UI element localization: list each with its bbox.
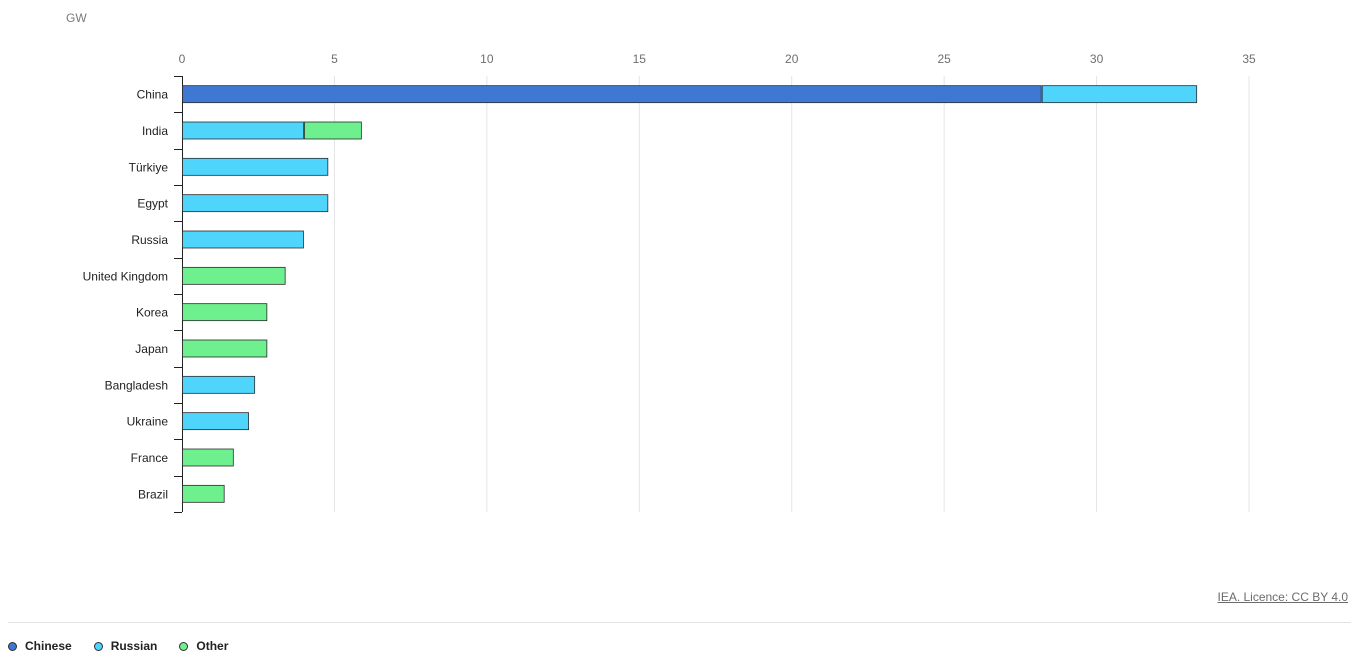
bar-segment[interactable]	[182, 339, 268, 358]
legend-label-other: Other	[196, 639, 229, 653]
bar-segment[interactable]	[182, 230, 304, 249]
bar-segment[interactable]	[304, 121, 362, 140]
x-tick-label: 20	[785, 52, 799, 66]
x-tick-label: 30	[1090, 52, 1104, 66]
category-label: Japan	[135, 342, 168, 356]
category-label: India	[142, 124, 168, 138]
x-tick-label: 0	[179, 52, 186, 66]
category-label: France	[131, 451, 169, 465]
category-label: Ukraine	[127, 415, 169, 429]
category-label: Türkiye	[129, 160, 169, 174]
legend: Chinese Russian Other	[8, 639, 228, 653]
legend-label-chinese: Chinese	[25, 639, 72, 653]
category-label: Russia	[131, 233, 168, 247]
bar-segment[interactable]	[182, 448, 234, 467]
bar-segment[interactable]	[182, 266, 286, 285]
legend-swatch-chinese	[8, 641, 17, 651]
bar-segment[interactable]	[182, 85, 1042, 104]
x-tick-label: 10	[480, 52, 494, 66]
legend-swatch-other	[179, 641, 189, 651]
licence-link[interactable]: IEA. Licence: CC BY 4.0	[1217, 590, 1348, 604]
category-label: Egypt	[137, 197, 168, 211]
x-tick-label: 5	[331, 52, 338, 66]
bar-segment[interactable]	[182, 484, 225, 503]
category-label: Brazil	[138, 487, 168, 501]
bar-chart: 0 5 10 15 20 25 30 35 China India Türkiye Egypt Rus…	[83, 52, 1256, 513]
bar-segment[interactable]	[182, 194, 329, 213]
legend-item-russian[interactable]: Russian	[93, 639, 158, 653]
x-tick-label: 25	[937, 52, 951, 66]
legend-item-chinese[interactable]: Chinese	[8, 639, 72, 653]
category-label: United Kingdom	[83, 269, 168, 283]
bar-segment[interactable]	[182, 412, 249, 431]
bar-segment[interactable]	[182, 375, 256, 394]
legend-divider	[8, 622, 1351, 623]
legend-swatch-russian	[93, 641, 103, 651]
category-label: China	[137, 88, 169, 102]
bar-segment[interactable]	[182, 121, 304, 140]
category-label: Bangladesh	[105, 378, 168, 392]
x-tick-label: 15	[633, 52, 647, 66]
legend-item-other[interactable]: Other	[179, 639, 228, 653]
legend-label-russian: Russian	[110, 639, 158, 653]
bar-segment[interactable]	[1041, 85, 1198, 104]
category-label: Korea	[136, 306, 168, 320]
bar-segment[interactable]	[182, 303, 268, 322]
x-tick-label: 35	[1242, 52, 1256, 66]
bar-segment[interactable]	[182, 157, 329, 176]
